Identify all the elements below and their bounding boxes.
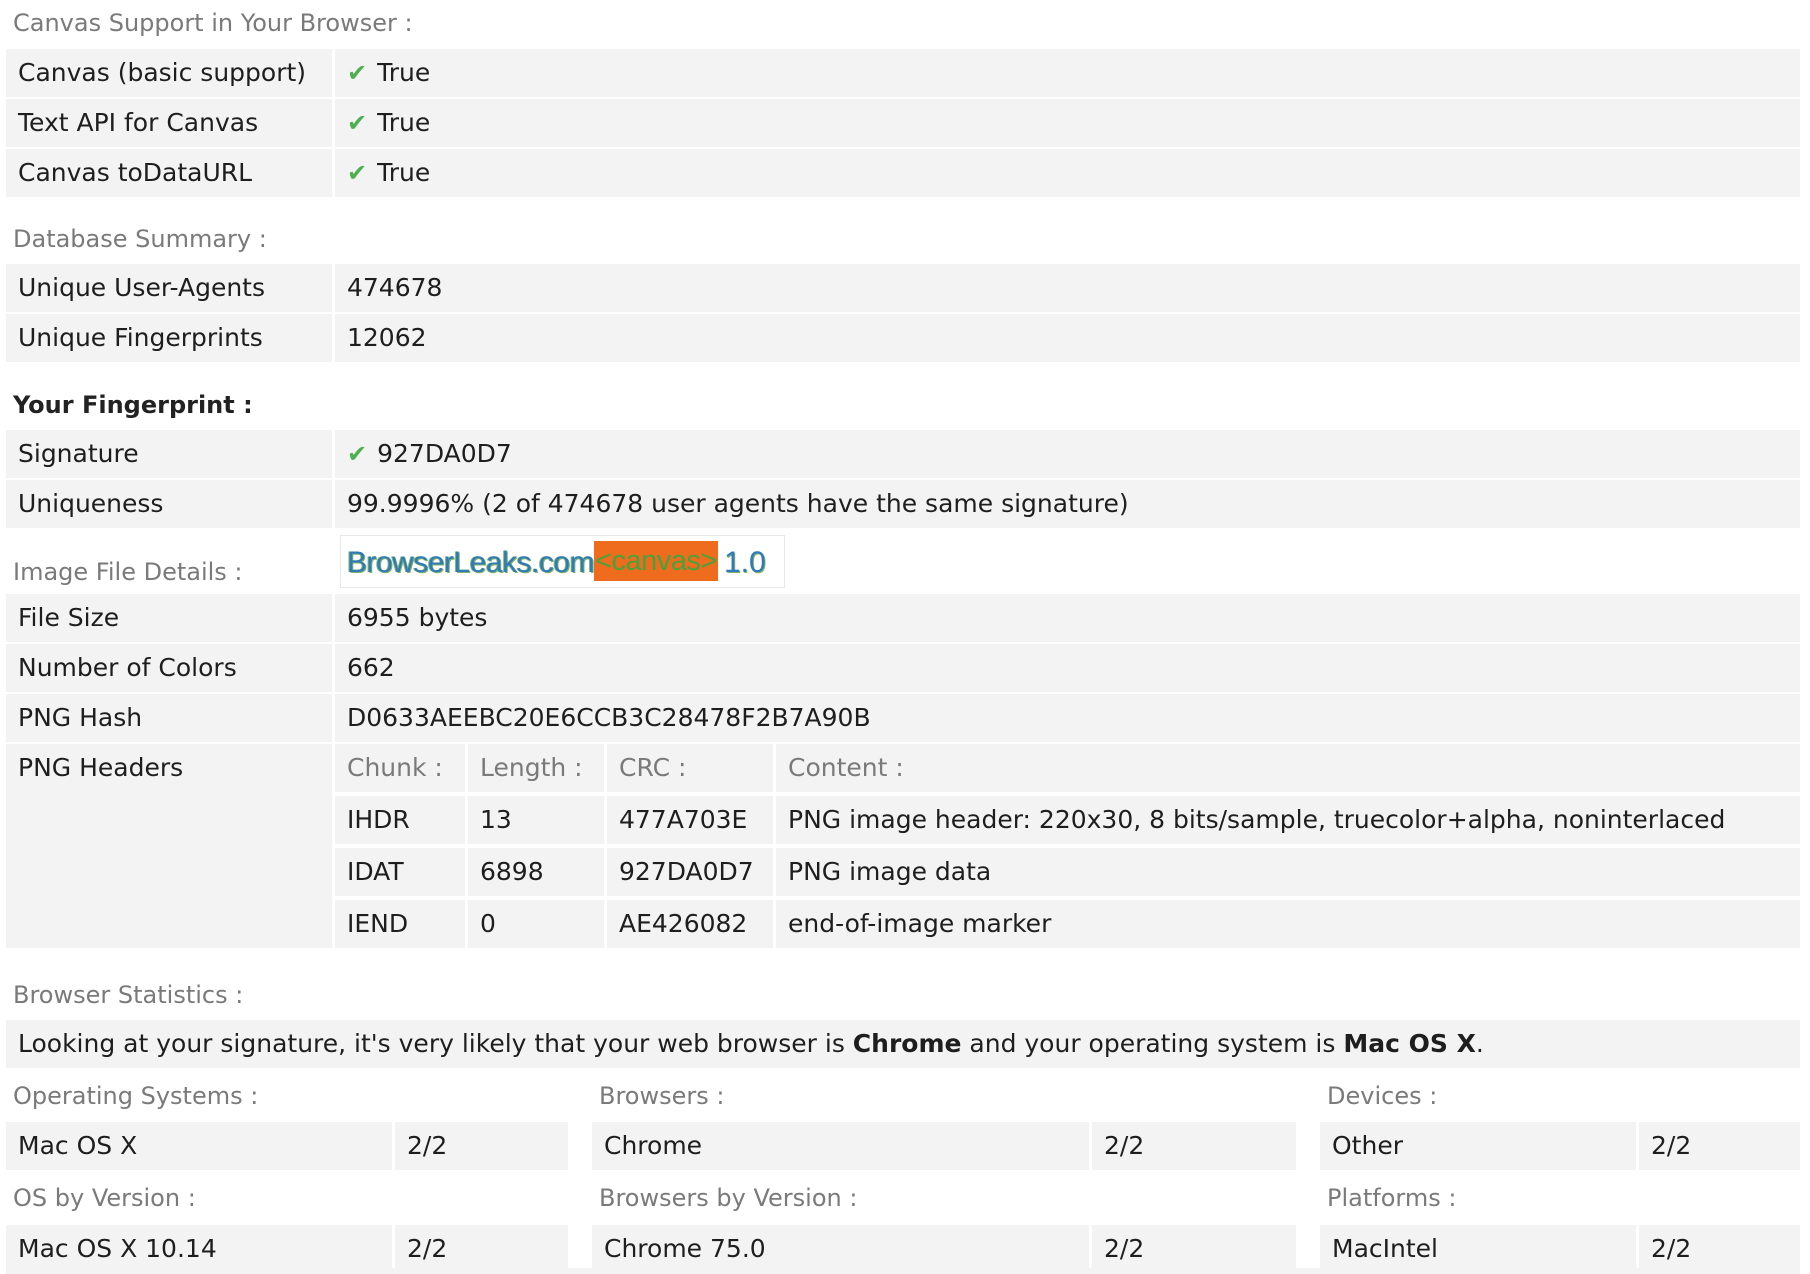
- logo-version: 1.0: [724, 546, 766, 579]
- row-value: 662: [335, 644, 1800, 692]
- row-value: ✔ True: [335, 149, 1800, 197]
- browser-version-count: 2/2: [1092, 1225, 1296, 1273]
- devices-title: Devices :: [1327, 1082, 1438, 1110]
- png-headers-table: PNG Headers Chunk : Length : CRC : Conte…: [6, 744, 1800, 948]
- os-version-count: 2/2: [395, 1225, 568, 1273]
- content-cell: PNG image data: [776, 848, 1800, 896]
- platform-count: 2/2: [1639, 1225, 1800, 1273]
- check-icon: ✔: [347, 109, 368, 137]
- browsers-by-version-title: Browsers by Version :: [599, 1184, 858, 1212]
- file-size-row: File Size 6955 bytes: [6, 594, 1800, 642]
- statistics-summary: Looking at your signature, it's very lik…: [6, 1020, 1800, 1068]
- device-name: Other: [1320, 1122, 1636, 1170]
- row-divider: [6, 1268, 1800, 1274]
- likely-browser: Chrome: [852, 1029, 962, 1058]
- value-text: True: [377, 58, 431, 87]
- canvas-image-preview: BrowserLeaks.com <canvas> 1.0: [340, 535, 785, 588]
- column-header: CRC :: [607, 744, 773, 792]
- column-header: Content :: [776, 744, 1800, 792]
- row-value: ✔ True: [335, 49, 1800, 97]
- content-cell: end-of-image marker: [776, 900, 1800, 948]
- canvas-todataurl-row: Canvas toDataURL ✔ True: [6, 149, 1800, 197]
- number-of-colors-row: Number of Colors 662: [6, 644, 1800, 692]
- logo-canvas-tag: <canvas>: [594, 541, 718, 581]
- summary-text: .: [1475, 1029, 1484, 1058]
- summary-text: and your operating system is: [961, 1029, 1344, 1058]
- canvas-basic-row: Canvas (basic support) ✔ True: [6, 49, 1800, 97]
- check-icon: ✔: [347, 159, 368, 187]
- value-text: True: [377, 108, 431, 137]
- os-count: 2/2: [395, 1122, 568, 1170]
- platforms-title: Platforms :: [1327, 1184, 1457, 1212]
- column-header: Chunk :: [335, 744, 465, 792]
- browser-version-name: Chrome 75.0: [592, 1225, 1089, 1273]
- summary-text: Looking at your signature, it's very lik…: [18, 1029, 853, 1058]
- os-by-version-title: OS by Version :: [13, 1184, 196, 1212]
- row-label: Unique User-Agents: [6, 264, 332, 312]
- png-headers-label: PNG Headers: [6, 744, 332, 948]
- content-cell: PNG image header: 220x30, 8 bits/sample,…: [776, 796, 1800, 844]
- png-hash-row: PNG Hash D0633AEEBC20E6CCB3C28478F2B7A90…: [6, 694, 1800, 742]
- operating-systems-title: Operating Systems :: [13, 1082, 259, 1110]
- unique-fingerprints-row: Unique Fingerprints 12062: [6, 314, 1800, 362]
- row-label: File Size: [6, 594, 332, 642]
- platform-name: MacIntel: [1320, 1225, 1636, 1273]
- crc-cell: 477A703E: [607, 796, 773, 844]
- image-file-details-title: Image File Details :: [13, 558, 243, 586]
- unique-user-agents-row: Unique User-Agents 474678: [6, 264, 1800, 312]
- canvas-text-api-row: Text API for Canvas ✔ True: [6, 99, 1800, 147]
- length-cell: 13: [468, 796, 604, 844]
- likely-os: Mac OS X: [1343, 1029, 1476, 1058]
- check-icon: ✔: [347, 440, 368, 468]
- canvas-support-title: Canvas Support in Your Browser :: [13, 9, 413, 37]
- signature-value: 927DA0D7: [377, 439, 512, 468]
- row-value: ✔ 927DA0D7: [335, 430, 1800, 478]
- uniqueness-row: Uniqueness 99.9996% (2 of 474678 user ag…: [6, 480, 1800, 528]
- browser-statistics-title: Browser Statistics :: [13, 981, 244, 1009]
- row-label: Canvas (basic support): [6, 49, 332, 97]
- row-label: Unique Fingerprints: [6, 314, 332, 362]
- os-name: Mac OS X: [6, 1122, 392, 1170]
- browsers-title: Browsers :: [599, 1082, 725, 1110]
- browser-count: 2/2: [1092, 1122, 1296, 1170]
- canvas-fingerprint-page: Canvas Support in Your Browser : Canvas …: [0, 0, 1810, 1274]
- row-label: Canvas toDataURL: [6, 149, 332, 197]
- row-value: D0633AEEBC20E6CCB3C28478F2B7A90B: [335, 694, 1800, 742]
- your-fingerprint-title: Your Fingerprint :: [13, 391, 253, 419]
- device-count: 2/2: [1639, 1122, 1800, 1170]
- value-text: True: [377, 158, 431, 187]
- row-label: PNG Hash: [6, 694, 332, 742]
- chunk-cell: IDAT: [335, 848, 465, 896]
- row-value: 474678: [335, 264, 1800, 312]
- chunk-cell: IEND: [335, 900, 465, 948]
- logo-site-text: BrowserLeaks.com: [347, 546, 595, 579]
- length-cell: 0: [468, 900, 604, 948]
- database-summary-title: Database Summary :: [13, 225, 267, 253]
- row-label: Number of Colors: [6, 644, 332, 692]
- crc-cell: 927DA0D7: [607, 848, 773, 896]
- row-value: 6955 bytes: [335, 594, 1800, 642]
- row-label: Signature: [6, 430, 332, 478]
- column-header: Length :: [468, 744, 604, 792]
- crc-cell: AE426082: [607, 900, 773, 948]
- signature-row: Signature ✔ 927DA0D7: [6, 430, 1800, 478]
- row-value: ✔ True: [335, 99, 1800, 147]
- row-label: Text API for Canvas: [6, 99, 332, 147]
- length-cell: 6898: [468, 848, 604, 896]
- os-version-name: Mac OS X 10.14: [6, 1225, 392, 1273]
- check-icon: ✔: [347, 59, 368, 87]
- chunk-cell: IHDR: [335, 796, 465, 844]
- browser-name: Chrome: [592, 1122, 1089, 1170]
- row-value: 12062: [335, 314, 1800, 362]
- row-label: Uniqueness: [6, 480, 332, 528]
- row-value: 99.9996% (2 of 474678 user agents have t…: [335, 480, 1800, 528]
